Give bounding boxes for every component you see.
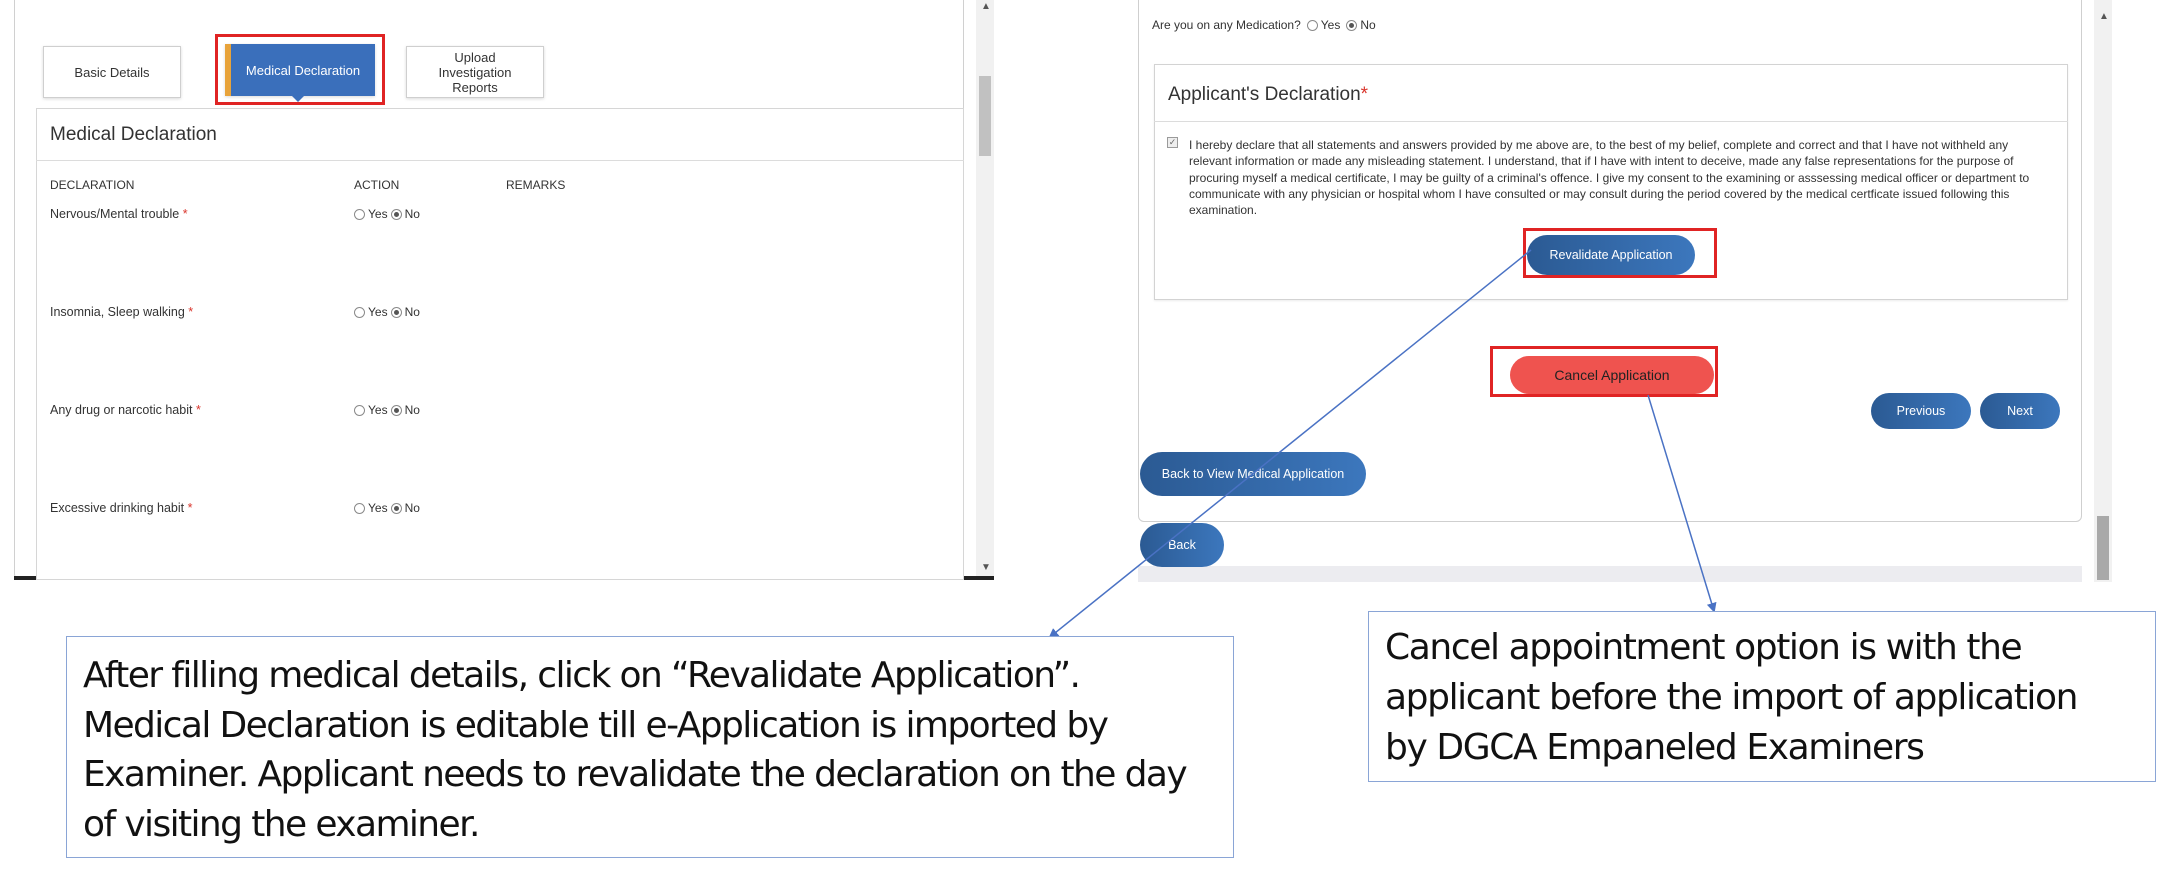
radio-no-selected[interactable] xyxy=(390,208,402,220)
callout-line: Medical Declaration is editable till e-A… xyxy=(83,704,1109,746)
declaration-checkbox[interactable]: ✓ xyxy=(1167,137,1178,148)
panel-divider xyxy=(36,160,964,161)
declaration-label-drinking: Excessive drinking habit * xyxy=(50,501,192,515)
callout-cancel-instructions: Cancel appointment option is with the ap… xyxy=(1368,611,2156,782)
back-button[interactable]: Back xyxy=(1140,523,1224,567)
medication-question-label: Are you on any Medication? xyxy=(1152,18,1301,32)
radio-yes[interactable] xyxy=(354,502,365,514)
radio-yes[interactable] xyxy=(354,208,365,220)
declaration-label-insomnia: Insomnia, Sleep walking * xyxy=(50,305,193,319)
radio-group-drug: Yes No xyxy=(354,403,420,417)
radio-no-selected[interactable] xyxy=(390,404,402,416)
radio-yes-label: Yes xyxy=(368,403,388,417)
radio-no-selected[interactable] xyxy=(390,502,402,514)
radio-yes-label: Yes xyxy=(368,207,388,221)
panel-title: Medical Declaration xyxy=(50,124,217,145)
radio-group-nervous: Yes No xyxy=(354,207,420,221)
radio-no-label: No xyxy=(404,207,420,221)
scroll-up-arrow-icon[interactable]: ▲ xyxy=(981,2,991,12)
declaration-label-drug: Any drug or narcotic habit * xyxy=(50,403,201,417)
required-mark: * xyxy=(1360,84,1369,105)
callout-line: of visiting the examiner. xyxy=(83,803,480,845)
right-screenshot-bottom-strip xyxy=(1138,566,2082,582)
column-header-declaration: DECLARATION xyxy=(50,178,135,192)
scroll-down-arrow-icon[interactable]: ▼ xyxy=(981,563,991,573)
radio-yes[interactable] xyxy=(1306,19,1318,31)
declaration-text: I hereby declare that all statements and… xyxy=(1189,138,2030,218)
column-header-action: ACTION xyxy=(354,178,400,192)
radio-yes[interactable] xyxy=(354,404,365,416)
callout-revalidate-instructions: After filling medical details, click on … xyxy=(66,636,1234,858)
previous-button[interactable]: Previous xyxy=(1871,393,1971,429)
radio-yes[interactable] xyxy=(354,306,365,318)
callout-line: After filling medical details, click on … xyxy=(83,655,1081,696)
tab-upload-reports-label: Upload Investigation Reports xyxy=(438,49,512,95)
radio-no-label: No xyxy=(404,305,420,319)
back-to-view-medical-application-button[interactable]: Back to View Medical Application xyxy=(1140,452,1366,496)
right-scrollbar-thumb[interactable] xyxy=(2097,516,2109,580)
radio-group-insomnia: Yes No xyxy=(354,305,420,319)
callout-line: applicant before the import of applicati… xyxy=(1385,677,2078,718)
required-mark: * xyxy=(195,403,201,417)
highlight-box-medical-tab xyxy=(215,34,385,105)
declaration-text: Nervous/Mental trouble xyxy=(50,207,180,221)
declaration-title: Applicant's Declaration* xyxy=(1168,84,1368,106)
required-mark: * xyxy=(188,305,194,319)
radio-yes-label: Yes xyxy=(1320,18,1341,32)
declaration-text: Any drug or narcotic habit xyxy=(50,403,193,417)
radio-no-label: No xyxy=(1360,18,1376,32)
radio-no-selected[interactable] xyxy=(390,306,402,318)
right-scrollbar[interactable] xyxy=(2094,0,2112,582)
declaration-text: Insomnia, Sleep walking xyxy=(50,305,185,319)
radio-yes-label: Yes xyxy=(368,305,388,319)
highlight-box-cancel xyxy=(1490,346,1718,397)
required-mark: * xyxy=(187,501,193,515)
callout-line: Examiner. Applicant needs to revalidate … xyxy=(83,754,1188,795)
tab-upload-investigation-reports[interactable]: Upload Investigation Reports xyxy=(406,46,544,98)
medication-question: Are you on any Medication? Yes No xyxy=(1152,18,1376,32)
callout-line: Cancel appointment option is with the xyxy=(1385,627,2023,668)
column-header-remarks: REMARKS xyxy=(506,178,566,192)
tab-basic-details-label: Basic Details xyxy=(74,64,150,80)
radio-yes-label: Yes xyxy=(368,501,388,515)
left-scrollbar-thumb[interactable] xyxy=(979,76,991,156)
radio-no-label: No xyxy=(404,501,420,515)
radio-group-drinking: Yes No xyxy=(354,501,420,515)
highlight-box-revalidate xyxy=(1523,228,1717,278)
required-mark: * xyxy=(182,207,188,221)
declaration-title-text: Applicant's Declaration xyxy=(1168,84,1361,105)
radio-no-label: No xyxy=(404,403,420,417)
radio-no-selected[interactable] xyxy=(1346,19,1358,31)
tab-basic-details[interactable]: Basic Details xyxy=(43,46,181,98)
declaration-text: Excessive drinking habit xyxy=(50,501,185,515)
next-button[interactable]: Next xyxy=(1980,393,2060,429)
declaration-label-nervous: Nervous/Mental trouble * xyxy=(50,207,188,221)
declaration-divider xyxy=(1154,121,2068,122)
scroll-up-arrow-icon[interactable]: ▲ xyxy=(2099,12,2109,22)
callout-line: by DGCA Empaneled Examiners xyxy=(1385,727,1925,768)
